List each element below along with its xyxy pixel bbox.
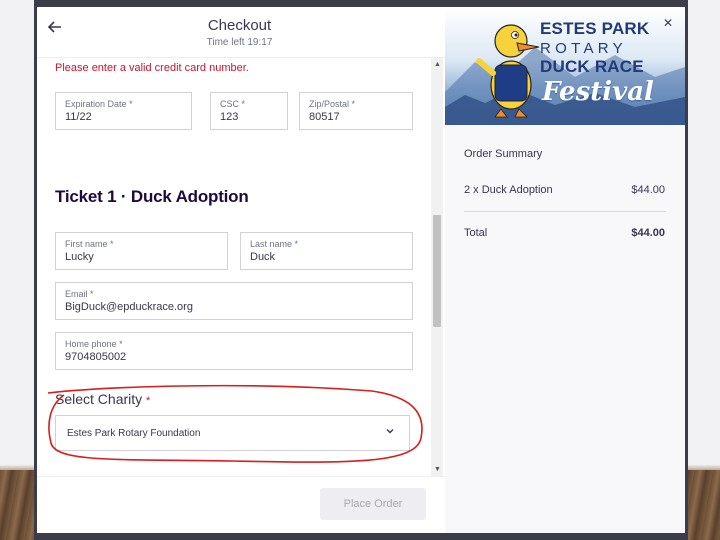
time-left: Time left 19:17 xyxy=(206,37,273,48)
banner-line-1: ESTES PARK xyxy=(540,19,650,38)
form-scroll-area[interactable]: Please enter a valid credit card number.… xyxy=(37,58,431,476)
page-title: Checkout xyxy=(207,17,272,34)
order-item-price: $44.00 xyxy=(631,184,665,196)
first-name-value: Lucky xyxy=(65,251,94,263)
event-banner: ESTES PARK ROTARY DUCK RACE Festival ✕ xyxy=(445,7,685,125)
footer-divider xyxy=(37,476,445,477)
checkout-modal: Checkout Time left 19:17 Please enter a … xyxy=(37,7,685,533)
place-order-button[interactable]: Place Order xyxy=(320,488,426,520)
duck-mascot-icon xyxy=(476,24,540,118)
expiration-date-field[interactable]: Expiration Date * 11/22 xyxy=(55,92,192,130)
order-summary-divider xyxy=(464,211,666,212)
expiration-date-value: 11/22 xyxy=(65,111,92,123)
csc-value: 123 xyxy=(220,111,239,123)
order-total-label: Total xyxy=(464,227,488,239)
home-phone-label: Home phone * xyxy=(65,339,123,349)
home-phone-value: 9704805002 xyxy=(65,351,127,363)
csc-field[interactable]: CSC * 123 xyxy=(210,92,288,130)
last-name-field[interactable]: Last name * Duck xyxy=(240,232,413,270)
email-value: BigDuck@epduckrace.org xyxy=(65,301,193,313)
zip-postal-field[interactable]: Zip/Postal * 80517 xyxy=(299,92,413,130)
expiration-date-label: Expiration Date * xyxy=(65,99,133,109)
home-phone-field[interactable]: Home phone * 9704805002 xyxy=(55,332,413,370)
backdrop-left xyxy=(0,0,34,540)
form-scrollbar[interactable]: ▲ ▼ xyxy=(431,58,443,476)
first-name-label: First name * xyxy=(65,239,114,249)
scroll-down-icon[interactable]: ▼ xyxy=(434,466,441,473)
csc-label: CSC * xyxy=(220,99,246,109)
email-field[interactable]: Email * BigDuck@epduckrace.org xyxy=(55,282,413,320)
zip-postal-label: Zip/Postal * xyxy=(309,99,356,109)
back-arrow-icon[interactable] xyxy=(45,17,65,37)
email-label: Email * xyxy=(65,289,94,299)
last-name-value: Duck xyxy=(250,251,276,263)
order-summary-title: Order Summary xyxy=(464,148,543,160)
first-name-field[interactable]: First name * Lucky xyxy=(55,232,228,270)
ticket-section-title: Ticket 1 · Duck Adoption xyxy=(55,187,249,206)
scrollbar-thumb[interactable] xyxy=(433,215,441,327)
zip-postal-value: 80517 xyxy=(309,111,340,123)
red-highlight-annotation xyxy=(47,384,423,463)
order-total-price: $44.00 xyxy=(631,227,665,239)
close-icon[interactable]: ✕ xyxy=(663,16,673,30)
banner-line-2: ROTARY xyxy=(540,40,627,57)
backdrop-right xyxy=(688,0,720,540)
banner-line-4: Festival xyxy=(542,77,654,107)
order-summary-pane: ESTES PARK ROTARY DUCK RACE Festival ✕ O… xyxy=(445,7,685,533)
banner-line-3: DUCK RACE xyxy=(540,57,644,76)
card-error-message: Please enter a valid credit card number. xyxy=(55,62,249,74)
order-item-label: 2 x Duck Adoption xyxy=(464,184,553,196)
scroll-up-icon[interactable]: ▲ xyxy=(434,61,441,68)
last-name-label: Last name * xyxy=(250,239,299,249)
checkout-form-pane: Checkout Time left 19:17 Please enter a … xyxy=(37,7,445,533)
